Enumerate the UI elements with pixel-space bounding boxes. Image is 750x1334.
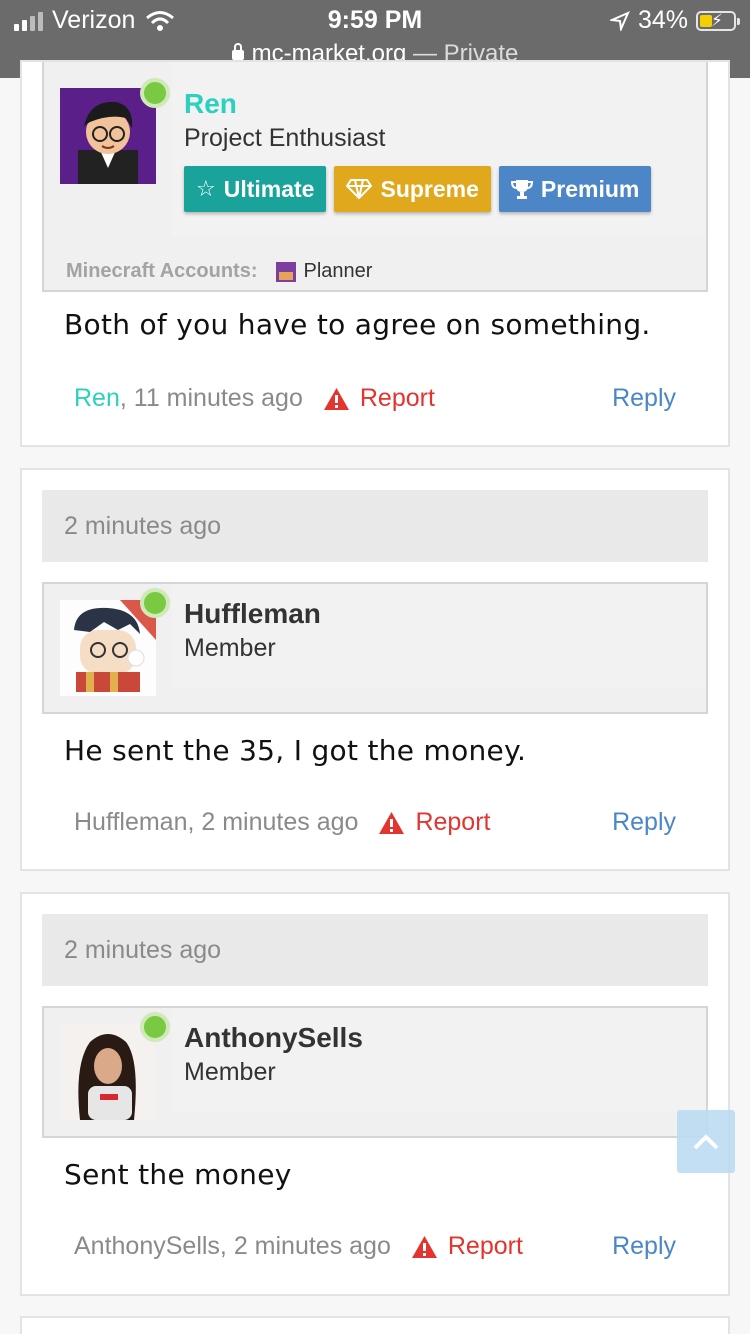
- post-time[interactable]: , 11 minutes ago: [120, 384, 303, 413]
- report-label: Report: [359, 384, 435, 412]
- location-arrow-icon: [609, 10, 630, 31]
- star-outline-icon: ☆: [196, 176, 216, 201]
- post-author-link[interactable]: Ren: [74, 384, 120, 413]
- reply-link[interactable]: Reply: [612, 384, 676, 413]
- avatar[interactable]: [60, 88, 156, 184]
- scroll-to-top-button[interactable]: [677, 1110, 735, 1173]
- post-date-bar: 2 minutes ago: [42, 490, 708, 562]
- status-right: 34% ⚡: [609, 6, 740, 35]
- post-message: Both of you have to agree on something.: [64, 308, 651, 341]
- battery-icon: ⚡: [696, 10, 740, 31]
- avatar[interactable]: [60, 600, 156, 696]
- user-card: Huffleman Member: [42, 582, 708, 714]
- username[interactable]: Ren: [184, 88, 237, 120]
- post-ren: Ren Project Enthusiast ☆ Ultimate Supreme…: [20, 60, 730, 447]
- online-status-icon: [140, 78, 170, 108]
- username[interactable]: AnthonySells: [184, 1022, 363, 1054]
- reply-link[interactable]: Reply: [612, 808, 676, 837]
- post-huffleman: 2 minutes ago Huffleman Member He sent t…: [20, 468, 730, 871]
- username[interactable]: Huffleman: [184, 598, 321, 630]
- warning-icon: [323, 387, 349, 410]
- minecraft-account[interactable]: Planner: [275, 260, 373, 283]
- post-author-time[interactable]: Huffleman, 2 minutes ago: [74, 808, 358, 837]
- user-title: Member: [184, 1058, 276, 1086]
- user-card: Ren Project Enthusiast ☆ Ultimate Supreme…: [42, 62, 708, 292]
- report-link[interactable]: Report: [378, 808, 490, 837]
- report-label: Report: [415, 808, 491, 836]
- post-meta: Huffleman, 2 minutes ago Report: [74, 808, 490, 837]
- chevron-up-icon: [693, 1133, 719, 1149]
- badge-label: Ultimate: [223, 175, 315, 202]
- badge-label: Premium: [540, 175, 640, 202]
- report-link[interactable]: Report: [323, 384, 435, 413]
- post-next: [20, 1316, 730, 1334]
- badge-premium[interactable]: Premium: [498, 166, 652, 212]
- warning-icon: [379, 811, 405, 834]
- battery-percent: 34%: [637, 6, 688, 34]
- avatar[interactable]: [60, 1024, 156, 1120]
- lock-icon: [231, 42, 244, 60]
- warning-icon: [411, 1235, 437, 1258]
- badge-label: Supreme: [380, 175, 479, 202]
- badge-supreme[interactable]: Supreme: [334, 166, 491, 212]
- post-message: Sent the money: [64, 1158, 292, 1191]
- report-link[interactable]: Report: [411, 1232, 523, 1261]
- minecraft-accounts: Minecraft Accounts: Planner: [66, 260, 372, 283]
- badge-ultimate[interactable]: ☆ Ultimate: [184, 166, 327, 212]
- user-card: AnthonySells Member: [42, 1006, 708, 1138]
- online-status-icon: [140, 588, 170, 618]
- diamond-icon: [346, 179, 373, 199]
- online-status-icon: [140, 1012, 170, 1042]
- post-meta: Ren, 11 minutes ago Report: [74, 384, 435, 413]
- minecraft-accounts-label: Minecraft Accounts:: [66, 260, 258, 282]
- post-meta: AnthonySells, 2 minutes ago Report: [74, 1232, 523, 1261]
- minecraft-head-icon: [275, 261, 296, 282]
- minecraft-account-name: Planner: [303, 260, 373, 282]
- badge-row: ☆ Ultimate Supreme Premium: [184, 166, 652, 212]
- report-label: Report: [447, 1232, 523, 1260]
- post-date-bar: 2 minutes ago: [42, 914, 708, 986]
- user-title: Project Enthusiast: [184, 124, 386, 152]
- post-author-time[interactable]: AnthonySells, 2 minutes ago: [74, 1232, 391, 1261]
- reply-link[interactable]: Reply: [612, 1232, 676, 1261]
- post-message: He sent the 35, I got the money.: [64, 734, 527, 767]
- trophy-icon: [510, 180, 533, 199]
- post-anthonysells: 2 minutes ago AnthonySells Member Sent t…: [20, 892, 730, 1296]
- user-title: Member: [184, 634, 276, 662]
